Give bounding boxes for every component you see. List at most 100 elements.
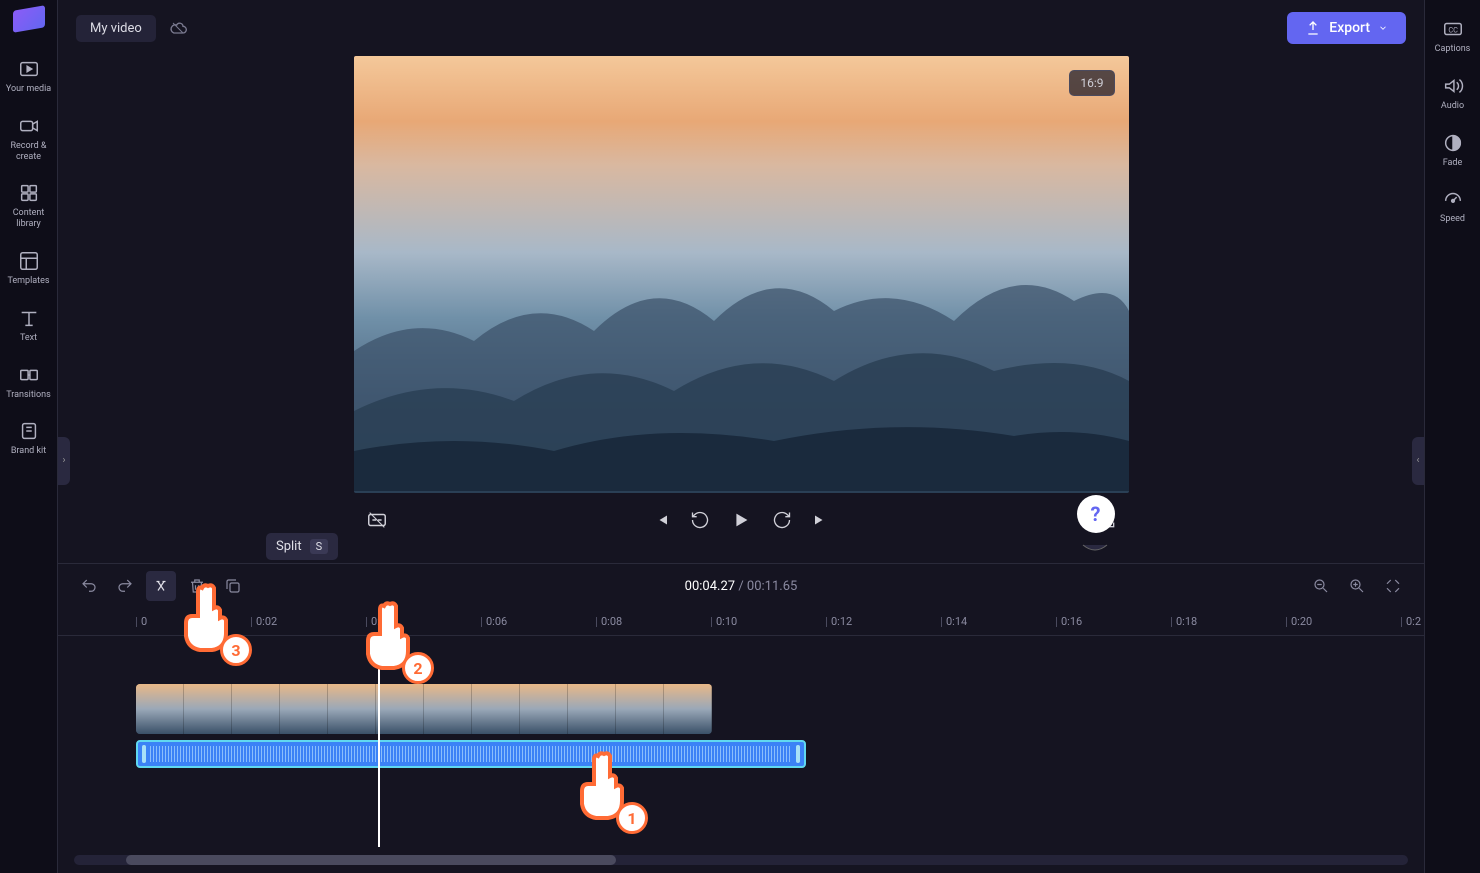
zoom-out-button[interactable]	[1306, 571, 1336, 601]
expand-right-panel[interactable]: ‹	[1412, 437, 1424, 485]
app-logo[interactable]	[13, 5, 45, 33]
ruler-tick: 0:2	[1401, 615, 1421, 628]
chevron-down-icon	[1378, 23, 1388, 33]
sidebar-item-label: Fade	[1443, 158, 1463, 169]
media-icon	[18, 58, 40, 80]
sidebar-item-fade[interactable]: Fade	[1426, 122, 1480, 179]
ruler-tick: 0:06	[481, 615, 507, 628]
sidebar-item-label: Brand kit	[11, 446, 46, 457]
annotation-badge: 2	[402, 652, 434, 684]
clip-handle-left[interactable]	[142, 745, 146, 763]
export-label: Export	[1329, 20, 1370, 36]
play-button[interactable]	[730, 509, 752, 531]
text-icon	[18, 307, 40, 329]
ruler-tick: 0:08	[596, 615, 622, 628]
brandkit-icon	[18, 420, 40, 442]
sidebar-item-audio[interactable]: Audio	[1426, 65, 1480, 122]
aspect-ratio-badge[interactable]: 16:9	[1069, 70, 1114, 96]
tooltip-shortcut: S	[310, 539, 329, 554]
ruler-tick: 0:20	[1286, 615, 1312, 628]
zoom-in-button[interactable]	[1342, 571, 1372, 601]
sidebar-item-captions[interactable]: CC Captions	[1426, 8, 1480, 65]
library-icon	[18, 182, 40, 204]
video-clip[interactable]	[136, 684, 712, 734]
playback-controls: ?	[354, 493, 1129, 547]
timeline-tracks[interactable]: 1 2 3	[58, 636, 1424, 847]
preview-area: 16:9 ?	[58, 56, 1424, 563]
right-sidebar: CC Captions Audio Fade Speed	[1424, 0, 1480, 873]
camera-icon	[18, 115, 40, 137]
sidebar-item-text[interactable]: Text	[2, 297, 56, 354]
fit-button[interactable]	[1378, 571, 1408, 601]
sidebar-item-transitions[interactable]: Transitions	[2, 354, 56, 411]
timecode-display: 00:04.27 / 00:11.65	[685, 579, 798, 594]
sidebar-item-speed[interactable]: Speed	[1426, 178, 1480, 235]
sidebar-item-label: Speed	[1440, 214, 1465, 225]
redo-button[interactable]	[110, 571, 140, 601]
project-title[interactable]: My video	[76, 15, 156, 42]
sidebar-item-label: Content library	[2, 208, 56, 230]
sidebar-item-label: Audio	[1441, 101, 1464, 112]
preview-scene	[354, 231, 1129, 491]
forward-button[interactable]	[772, 510, 792, 530]
ruler-tick: 0:04	[366, 615, 392, 628]
sidebar-item-label: Templates	[7, 276, 49, 287]
timeline-ruler[interactable]: 0 0:02 0:04 0:06 0:08 0:10 0:12 0:14 0:1…	[58, 608, 1424, 636]
timeline-toolbar: Split S 00:04.27 / 00:11.65	[58, 564, 1424, 608]
templates-icon	[18, 250, 40, 272]
fade-icon	[1442, 132, 1464, 154]
total-time: 00:11.65	[747, 579, 797, 594]
ruler-tick: 0:12	[826, 615, 852, 628]
sidebar-item-library[interactable]: Content library	[2, 172, 56, 240]
skip-back-button[interactable]	[652, 511, 670, 529]
sidebar-item-media[interactable]: Your media	[2, 48, 56, 105]
scrollbar-thumb[interactable]	[126, 855, 616, 865]
duplicate-button[interactable]	[218, 571, 248, 601]
audio-waveform	[150, 746, 792, 762]
export-button[interactable]: Export	[1287, 12, 1406, 44]
captions-toggle[interactable]	[366, 509, 388, 531]
speed-icon	[1442, 188, 1464, 210]
ruler-tick: 0:18	[1171, 615, 1197, 628]
sidebar-item-label: Text	[20, 333, 37, 344]
ruler-tick: 0:16	[1056, 615, 1082, 628]
video-preview[interactable]: 16:9	[354, 56, 1129, 493]
annotation-badge: 1	[616, 802, 648, 834]
sidebar-item-templates[interactable]: Templates	[2, 240, 56, 297]
undo-button[interactable]	[74, 571, 104, 601]
playhead[interactable]	[378, 636, 380, 847]
main-area: My video Export 16:9	[58, 0, 1424, 873]
tooltip-label: Split	[276, 539, 302, 554]
sidebar-item-record[interactable]: Record & create	[2, 105, 56, 173]
delete-button[interactable]	[182, 571, 212, 601]
split-button[interactable]: Split S	[146, 571, 176, 601]
collapse-panel-button[interactable]	[1081, 543, 1109, 557]
sidebar-item-label: Your media	[6, 84, 51, 95]
captions-icon: CC	[1442, 18, 1464, 40]
timeline-scrollbar[interactable]	[74, 855, 1408, 865]
sidebar-item-label: Transitions	[6, 390, 51, 401]
ruler-tick: 0:10	[711, 615, 737, 628]
transitions-icon	[18, 364, 40, 386]
audio-clip[interactable]	[136, 740, 806, 768]
skip-forward-button[interactable]	[812, 511, 830, 529]
svg-text:CC: CC	[1448, 26, 1458, 35]
sidebar-item-label: Record & create	[2, 141, 56, 163]
clip-handle-right[interactable]	[796, 745, 800, 763]
timeline-section: Split S 00:04.27 / 00:11.65 0 0:02 0:04 …	[58, 563, 1424, 873]
upload-icon	[1305, 20, 1321, 36]
help-button[interactable]: ?	[1077, 495, 1115, 533]
audio-icon	[1442, 75, 1464, 97]
sidebar-item-label: Captions	[1435, 44, 1471, 55]
annotation-badge: 3	[220, 634, 252, 666]
ruler-tick: 0:14	[941, 615, 967, 628]
current-time: 00:04.27	[685, 579, 735, 594]
left-sidebar: Your media Record & create Content libra…	[0, 0, 58, 873]
ruler-tick: 0	[136, 615, 147, 628]
cloud-sync-icon[interactable]	[168, 18, 188, 38]
topbar: My video Export	[58, 0, 1424, 56]
split-tooltip: Split S	[266, 533, 338, 560]
ruler-tick: 0:02	[251, 615, 277, 628]
sidebar-item-brandkit[interactable]: Brand kit	[2, 410, 56, 467]
rewind-button[interactable]	[690, 510, 710, 530]
